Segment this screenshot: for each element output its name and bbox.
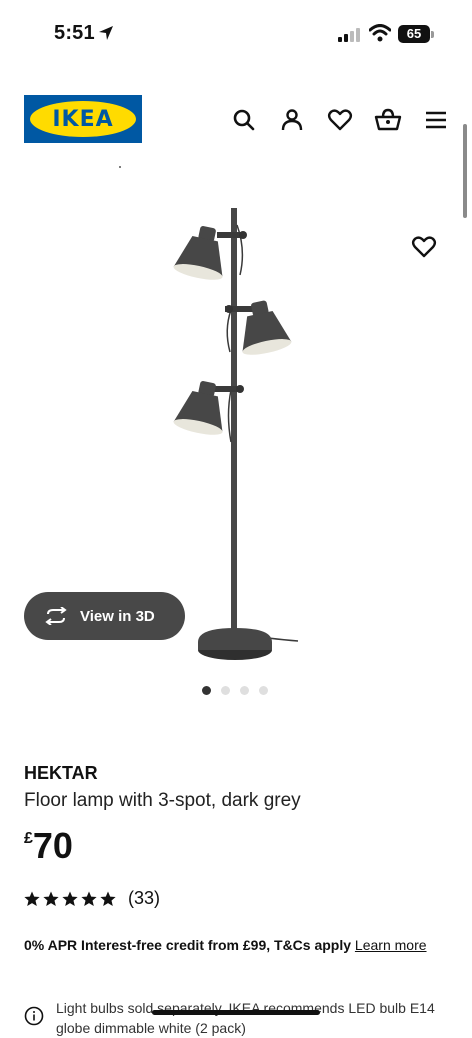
search-icon[interactable] [230, 106, 258, 134]
shopping-bag-icon[interactable] [374, 106, 402, 134]
ikea-logo[interactable]: IKEA [24, 95, 142, 143]
star-icon [100, 891, 116, 906]
product-rating[interactable]: (33) [24, 888, 160, 909]
finance-offer: 0% APR Interest-free credit from £99, T&… [24, 934, 444, 956]
wifi-icon [368, 24, 392, 47]
breadcrumb-fragment [24, 158, 227, 168]
logo-oval: IKEA [30, 101, 136, 137]
rotate-3d-icon [45, 607, 67, 625]
note-text: Light bulbs sold separately. IKEA recomm… [56, 1000, 435, 1036]
review-count: (33) [128, 888, 161, 908]
carousel-dot[interactable] [259, 686, 268, 695]
finance-text: 0% APR Interest-free credit from £99, T&… [24, 937, 352, 953]
wishlist-heart-icon[interactable] [326, 106, 354, 134]
status-bar: 5:51 65 [0, 0, 472, 70]
star-icon [62, 891, 78, 906]
info-icon [24, 1006, 44, 1031]
star-icon [24, 891, 40, 906]
rating-stars [24, 891, 116, 907]
price-amount: 70 [32, 825, 73, 866]
star-icon [81, 891, 97, 906]
view-in-3d-button[interactable]: View in 3D [24, 592, 185, 640]
product-price: £ 70 [24, 826, 73, 866]
add-to-wishlist-heart-icon[interactable] [410, 233, 438, 261]
star-icon [43, 891, 59, 906]
learn-more-link[interactable]: Learn more [355, 937, 427, 953]
carousel-dot[interactable] [240, 686, 249, 695]
account-icon[interactable] [278, 106, 306, 134]
product-description: Floor lamp with 3-spot, dark grey [24, 790, 301, 811]
status-time: 5:51 [54, 22, 95, 44]
logo-text: IKEA [52, 106, 114, 132]
price-currency: £ [24, 830, 33, 847]
view-in-3d-label: View in 3D [80, 607, 155, 625]
home-indicator [152, 1010, 320, 1015]
image-carousel-indicator [202, 686, 268, 696]
carousel-dot[interactable] [202, 686, 211, 695]
product-name: HEKTAR [24, 763, 98, 783]
battery-tip [431, 31, 434, 38]
menu-icon[interactable] [422, 106, 450, 134]
cellular-signal-icon [338, 28, 362, 47]
location-arrow-icon [98, 25, 114, 46]
carousel-dot[interactable] [221, 686, 230, 695]
site-header: IKEA [0, 90, 472, 150]
battery-indicator: 65 [398, 25, 430, 43]
